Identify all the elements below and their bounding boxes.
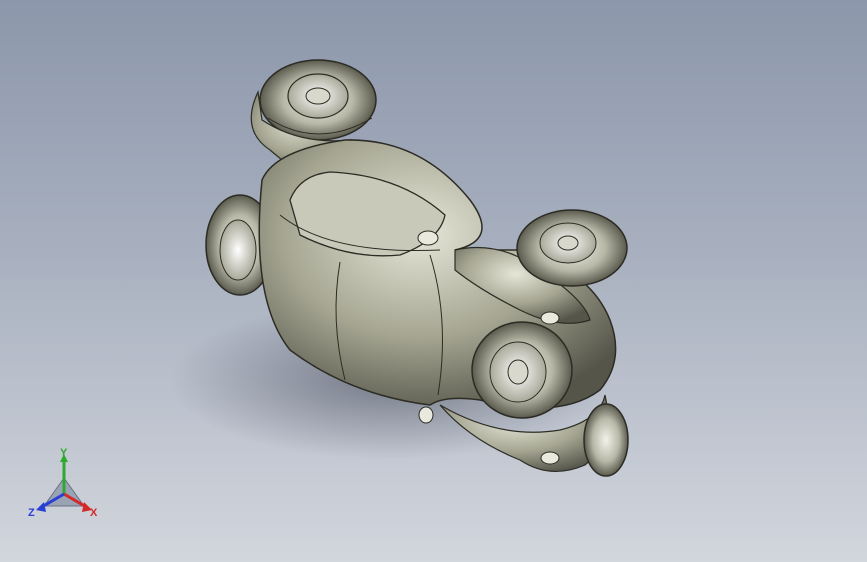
triad-y-label: Y [60, 448, 68, 459]
car-model[interactable] [0, 0, 867, 562]
headlight-upper [417, 230, 439, 246]
wheel-front-top[interactable] [516, 209, 628, 287]
graphics-viewport[interactable]: Y X Z [0, 0, 867, 562]
wheel-front-bottom[interactable] [583, 403, 629, 477]
triad-x-label: X [90, 507, 98, 519]
tail-light [540, 451, 560, 465]
triad-z-arrow [36, 502, 46, 512]
triad-z-label: Z [28, 507, 35, 519]
coordinate-triad: Y X Z [28, 448, 98, 519]
exhaust-knob [418, 406, 434, 424]
wheel-front-middle[interactable] [471, 321, 573, 419]
headlight-lower [540, 311, 560, 325]
wheel-rear-top[interactable] [259, 59, 377, 141]
